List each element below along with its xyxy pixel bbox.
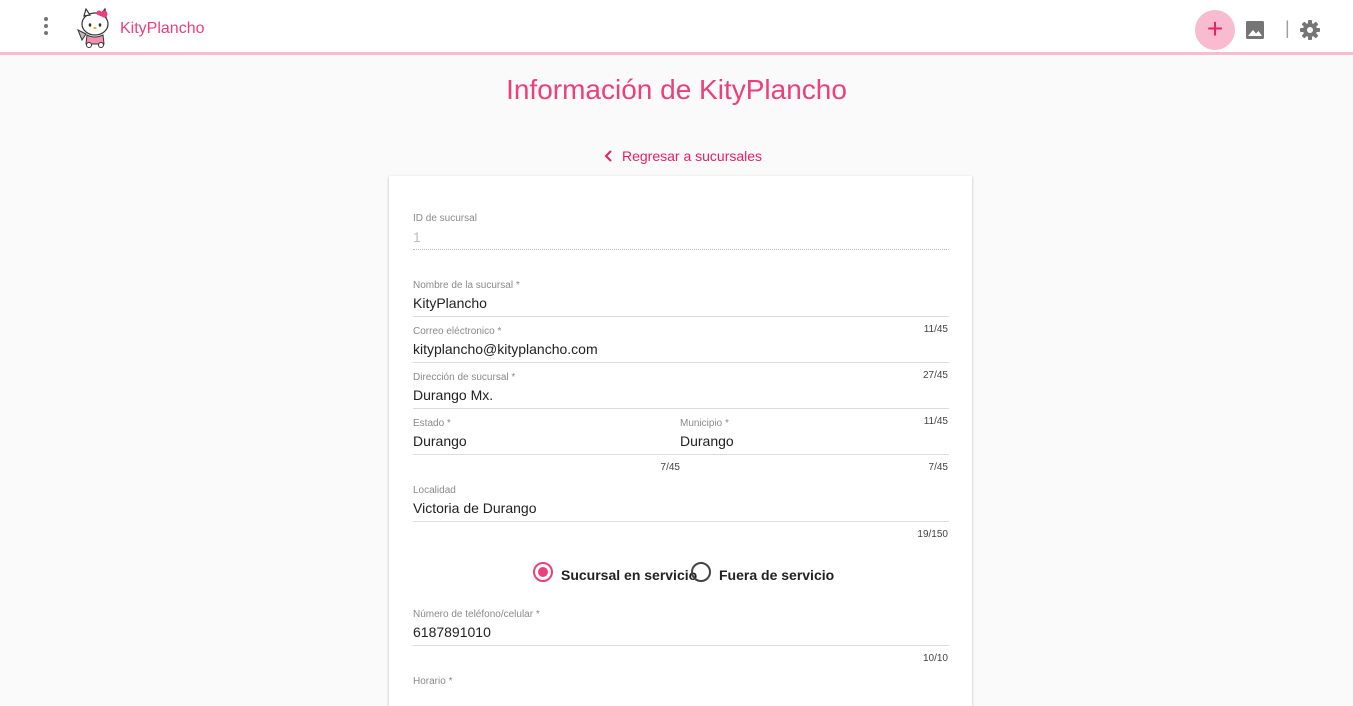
image-icon[interactable] bbox=[1244, 19, 1266, 41]
municipality-counter: 7/45 bbox=[928, 462, 948, 473]
phone-value[interactable]: 6187891010 bbox=[413, 624, 491, 640]
phone-underline bbox=[413, 645, 949, 646]
more-vert-icon[interactable] bbox=[36, 14, 56, 38]
id-field-value: 1 bbox=[413, 229, 421, 245]
branch-name-counter: 11/45 bbox=[923, 324, 948, 335]
locality-value[interactable]: Victoria de Durango bbox=[413, 500, 536, 516]
chevron-left-icon bbox=[604, 150, 612, 162]
municipality-value[interactable]: Durango bbox=[680, 433, 734, 449]
id-field-underline bbox=[413, 249, 949, 250]
radio-out-of-service[interactable] bbox=[691, 562, 711, 582]
app-title[interactable]: KityPlancho bbox=[120, 20, 205, 38]
locality-underline bbox=[413, 521, 949, 522]
municipality-underline bbox=[680, 454, 949, 455]
phone-counter: 10/10 bbox=[922, 653, 948, 664]
branch-name-value[interactable]: KityPlancho bbox=[413, 295, 487, 311]
locality-label: Localidad bbox=[413, 485, 456, 496]
email-counter: 27/45 bbox=[922, 370, 948, 381]
branch-name-underline bbox=[413, 316, 949, 317]
address-value[interactable]: Durango Mx. bbox=[413, 387, 493, 403]
email-value[interactable]: kityplancho@kityplancho.com bbox=[413, 341, 598, 357]
page-title: Información de KityPlancho bbox=[506, 74, 847, 105]
email-label: Correo eléctronico * bbox=[413, 326, 502, 337]
gear-icon[interactable] bbox=[1299, 19, 1321, 41]
radio-out-of-service-label[interactable]: Fuera de servicio bbox=[719, 567, 834, 583]
address-underline bbox=[413, 408, 949, 409]
phone-label: Número de teléfono/celular * bbox=[413, 609, 540, 620]
branch-name-label: Nombre de la sucursal * bbox=[413, 280, 520, 291]
toolbar-separator: | bbox=[1285, 18, 1290, 38]
state-value[interactable]: Durango bbox=[413, 433, 467, 449]
municipality-label: Municipio * bbox=[680, 418, 729, 429]
hello-kitty-logo bbox=[74, 6, 116, 48]
locality-counter: 19/150 bbox=[917, 529, 948, 540]
top-app-bar: KityPlancho + | bbox=[0, 0, 1353, 55]
radio-in-service[interactable] bbox=[533, 562, 553, 582]
state-underline bbox=[413, 454, 680, 455]
state-label: Estado * bbox=[413, 418, 451, 429]
branch-form-card: ID de sucursal 1 Nombre de la sucursal *… bbox=[389, 176, 972, 706]
add-button[interactable]: + bbox=[1195, 10, 1235, 50]
back-link-label: Regresar a sucursales bbox=[622, 148, 763, 164]
state-counter: 7/45 bbox=[660, 462, 680, 473]
back-to-branches-link[interactable]: Regresar a sucursales bbox=[604, 148, 762, 164]
radio-in-service-label[interactable]: Sucursal en servicio bbox=[561, 567, 697, 583]
email-underline bbox=[413, 362, 949, 363]
address-label: Dirección de sucursal * bbox=[413, 372, 516, 383]
schedule-field[interactable] bbox=[413, 672, 949, 696]
id-field-label: ID de sucursal bbox=[413, 213, 477, 224]
add-icon: + bbox=[1206, 13, 1224, 44]
address-counter: 11/45 bbox=[923, 416, 948, 427]
